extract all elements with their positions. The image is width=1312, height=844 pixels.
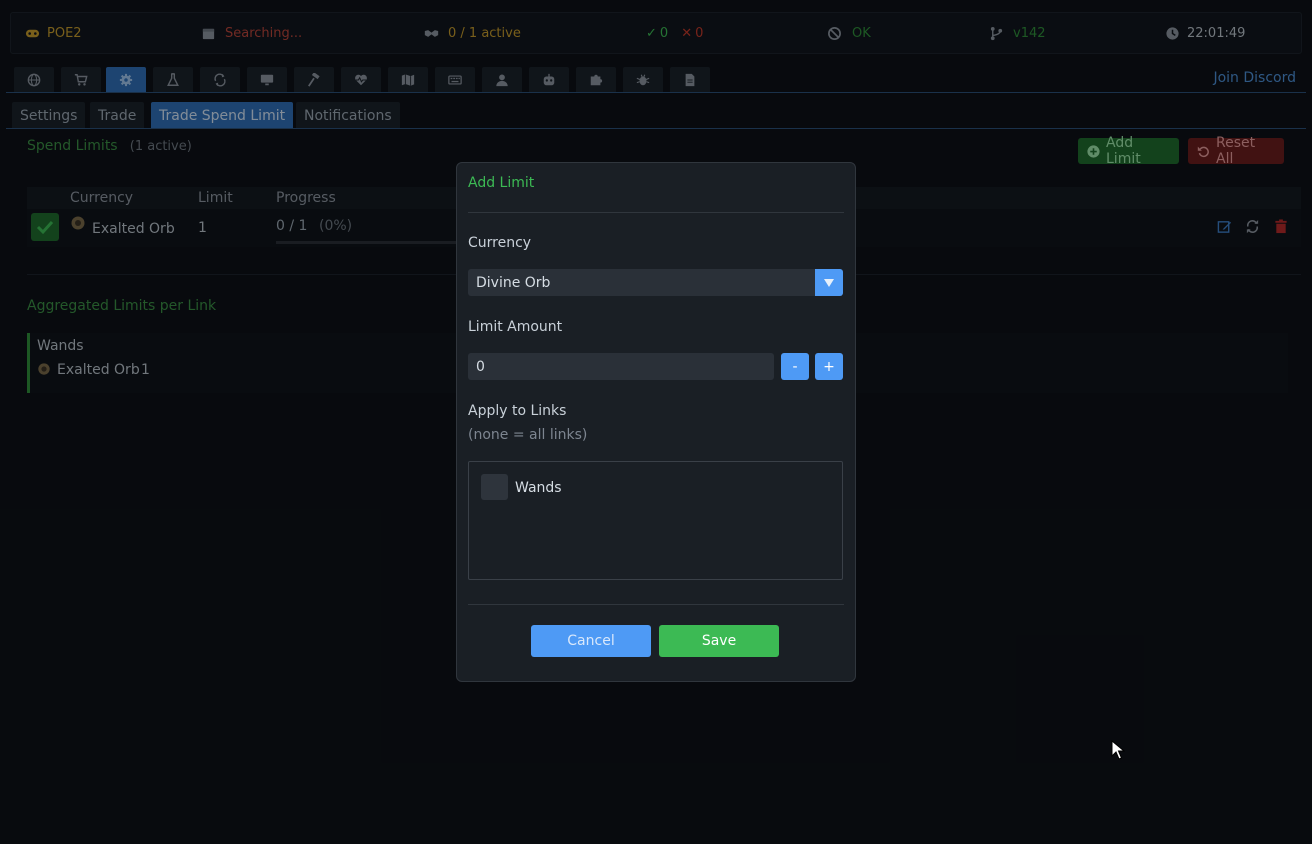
increment-button[interactable]: + xyxy=(815,353,843,380)
limit-amount-label: Limit Amount xyxy=(468,319,563,335)
apply-links-hint: (none = all links) xyxy=(468,427,588,443)
mouse-cursor-icon xyxy=(1111,740,1125,760)
cancel-button[interactable]: Cancel xyxy=(531,625,651,657)
decrement-button[interactable]: - xyxy=(781,353,809,380)
limit-amount-value: 0 xyxy=(476,359,485,375)
limit-amount-input[interactable]: 0 xyxy=(468,353,774,380)
link-checkbox-wands[interactable] xyxy=(481,474,508,500)
dialog-footer-divider xyxy=(468,604,844,605)
currency-select[interactable]: Divine Orb xyxy=(468,269,843,296)
dialog-title: Add Limit xyxy=(468,175,535,191)
add-limit-dialog: Add Limit Currency Divine Orb Limit Amou… xyxy=(456,162,856,682)
apply-links-label: Apply to Links xyxy=(468,403,567,419)
dialog-header-divider xyxy=(468,212,844,213)
save-button[interactable]: Save xyxy=(659,625,779,657)
links-list: Wands xyxy=(468,461,843,580)
link-label-wands: Wands xyxy=(515,480,562,496)
currency-label: Currency xyxy=(468,235,532,251)
chevron-down-icon[interactable] xyxy=(815,269,843,296)
currency-selected-value: Divine Orb xyxy=(476,275,551,291)
